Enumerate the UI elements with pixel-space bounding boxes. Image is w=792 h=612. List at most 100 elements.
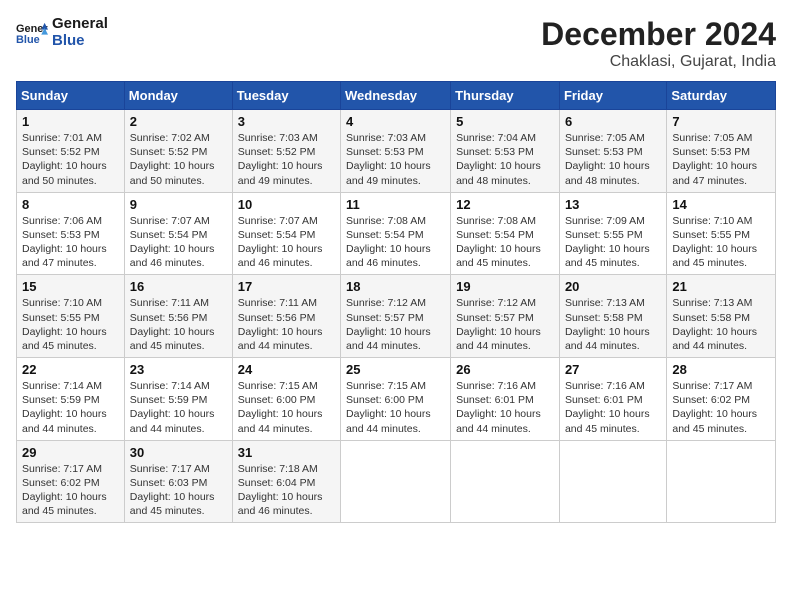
logo: General Blue General Blue	[16, 16, 108, 49]
calendar-cell: 8 Sunrise: 7:06 AMSunset: 5:53 PMDayligh…	[17, 192, 125, 275]
day-number: 3	[238, 114, 335, 129]
calendar-cell: 22 Sunrise: 7:14 AMSunset: 5:59 PMDaylig…	[17, 358, 125, 441]
col-tuesday: Tuesday	[232, 82, 340, 110]
day-number: 24	[238, 362, 335, 377]
day-info: Sunrise: 7:15 AMSunset: 6:00 PMDaylight:…	[346, 380, 431, 435]
calendar-cell: 20 Sunrise: 7:13 AMSunset: 5:58 PMDaylig…	[559, 275, 666, 358]
logo-general: General	[52, 16, 108, 33]
table-row: 29 Sunrise: 7:17 AMSunset: 6:02 PMDaylig…	[17, 440, 776, 523]
day-number: 2	[130, 114, 227, 129]
day-info: Sunrise: 7:08 AMSunset: 5:54 PMDaylight:…	[346, 215, 431, 270]
calendar-cell: 12 Sunrise: 7:08 AMSunset: 5:54 PMDaylig…	[451, 192, 560, 275]
day-info: Sunrise: 7:05 AMSunset: 5:53 PMDaylight:…	[565, 132, 650, 187]
day-info: Sunrise: 7:10 AMSunset: 5:55 PMDaylight:…	[672, 215, 757, 270]
logo-blue: Blue	[52, 33, 108, 50]
table-row: 22 Sunrise: 7:14 AMSunset: 5:59 PMDaylig…	[17, 358, 776, 441]
calendar-cell: 17 Sunrise: 7:11 AMSunset: 5:56 PMDaylig…	[232, 275, 340, 358]
day-info: Sunrise: 7:06 AMSunset: 5:53 PMDaylight:…	[22, 215, 107, 270]
day-number: 19	[456, 279, 554, 294]
calendar-cell: 23 Sunrise: 7:14 AMSunset: 5:59 PMDaylig…	[124, 358, 232, 441]
calendar-cell: 11 Sunrise: 7:08 AMSunset: 5:54 PMDaylig…	[341, 192, 451, 275]
day-number: 26	[456, 362, 554, 377]
day-number: 25	[346, 362, 445, 377]
day-info: Sunrise: 7:13 AMSunset: 5:58 PMDaylight:…	[565, 297, 650, 352]
col-monday: Monday	[124, 82, 232, 110]
day-number: 21	[672, 279, 770, 294]
day-info: Sunrise: 7:16 AMSunset: 6:01 PMDaylight:…	[565, 380, 650, 435]
calendar-cell: 26 Sunrise: 7:16 AMSunset: 6:01 PMDaylig…	[451, 358, 560, 441]
day-number: 22	[22, 362, 119, 377]
day-number: 15	[22, 279, 119, 294]
day-number: 30	[130, 445, 227, 460]
day-info: Sunrise: 7:07 AMSunset: 5:54 PMDaylight:…	[130, 215, 215, 270]
table-row: 1 Sunrise: 7:01 AMSunset: 5:52 PMDayligh…	[17, 110, 776, 193]
calendar-cell: 4 Sunrise: 7:03 AMSunset: 5:53 PMDayligh…	[341, 110, 451, 193]
day-number: 14	[672, 197, 770, 212]
col-thursday: Thursday	[451, 82, 560, 110]
day-number: 9	[130, 197, 227, 212]
day-number: 27	[565, 362, 661, 377]
calendar-cell: 25 Sunrise: 7:15 AMSunset: 6:00 PMDaylig…	[341, 358, 451, 441]
calendar-cell	[341, 440, 451, 523]
day-info: Sunrise: 7:12 AMSunset: 5:57 PMDaylight:…	[346, 297, 431, 352]
day-number: 17	[238, 279, 335, 294]
table-row: 15 Sunrise: 7:10 AMSunset: 5:55 PMDaylig…	[17, 275, 776, 358]
calendar-cell: 5 Sunrise: 7:04 AMSunset: 5:53 PMDayligh…	[451, 110, 560, 193]
calendar-cell	[451, 440, 560, 523]
day-info: Sunrise: 7:17 AMSunset: 6:02 PMDaylight:…	[672, 380, 757, 435]
col-sunday: Sunday	[17, 82, 125, 110]
day-info: Sunrise: 7:14 AMSunset: 5:59 PMDaylight:…	[22, 380, 107, 435]
calendar-cell: 1 Sunrise: 7:01 AMSunset: 5:52 PMDayligh…	[17, 110, 125, 193]
calendar-cell: 6 Sunrise: 7:05 AMSunset: 5:53 PMDayligh…	[559, 110, 666, 193]
day-number: 20	[565, 279, 661, 294]
day-info: Sunrise: 7:12 AMSunset: 5:57 PMDaylight:…	[456, 297, 541, 352]
day-info: Sunrise: 7:14 AMSunset: 5:59 PMDaylight:…	[130, 380, 215, 435]
day-number: 28	[672, 362, 770, 377]
calendar-table: Sunday Monday Tuesday Wednesday Thursday…	[16, 81, 776, 523]
col-friday: Friday	[559, 82, 666, 110]
title-area: December 2024 Chaklasi, Gujarat, India	[541, 16, 776, 71]
calendar-cell: 9 Sunrise: 7:07 AMSunset: 5:54 PMDayligh…	[124, 192, 232, 275]
calendar-cell: 13 Sunrise: 7:09 AMSunset: 5:55 PMDaylig…	[559, 192, 666, 275]
calendar-cell: 16 Sunrise: 7:11 AMSunset: 5:56 PMDaylig…	[124, 275, 232, 358]
calendar-cell: 21 Sunrise: 7:13 AMSunset: 5:58 PMDaylig…	[667, 275, 776, 358]
calendar-cell: 14 Sunrise: 7:10 AMSunset: 5:55 PMDaylig…	[667, 192, 776, 275]
day-number: 10	[238, 197, 335, 212]
day-info: Sunrise: 7:03 AMSunset: 5:52 PMDaylight:…	[238, 132, 323, 187]
table-row: 8 Sunrise: 7:06 AMSunset: 5:53 PMDayligh…	[17, 192, 776, 275]
calendar-cell: 3 Sunrise: 7:03 AMSunset: 5:52 PMDayligh…	[232, 110, 340, 193]
day-info: Sunrise: 7:13 AMSunset: 5:58 PMDaylight:…	[672, 297, 757, 352]
day-info: Sunrise: 7:11 AMSunset: 5:56 PMDaylight:…	[130, 297, 215, 352]
calendar-subtitle: Chaklasi, Gujarat, India	[541, 53, 776, 71]
day-info: Sunrise: 7:11 AMSunset: 5:56 PMDaylight:…	[238, 297, 323, 352]
calendar-cell: 30 Sunrise: 7:17 AMSunset: 6:03 PMDaylig…	[124, 440, 232, 523]
day-number: 4	[346, 114, 445, 129]
day-number: 13	[565, 197, 661, 212]
day-number: 18	[346, 279, 445, 294]
calendar-cell: 29 Sunrise: 7:17 AMSunset: 6:02 PMDaylig…	[17, 440, 125, 523]
header: General Blue General Blue December 2024 …	[16, 16, 776, 71]
day-number: 31	[238, 445, 335, 460]
calendar-cell	[667, 440, 776, 523]
day-number: 16	[130, 279, 227, 294]
day-info: Sunrise: 7:01 AMSunset: 5:52 PMDaylight:…	[22, 132, 107, 187]
day-number: 29	[22, 445, 119, 460]
day-info: Sunrise: 7:18 AMSunset: 6:04 PMDaylight:…	[238, 463, 323, 518]
day-number: 5	[456, 114, 554, 129]
calendar-cell: 28 Sunrise: 7:17 AMSunset: 6:02 PMDaylig…	[667, 358, 776, 441]
calendar-cell	[559, 440, 666, 523]
header-row: Sunday Monday Tuesday Wednesday Thursday…	[17, 82, 776, 110]
svg-text:Blue: Blue	[16, 34, 40, 46]
day-number: 6	[565, 114, 661, 129]
calendar-cell: 27 Sunrise: 7:16 AMSunset: 6:01 PMDaylig…	[559, 358, 666, 441]
calendar-cell: 18 Sunrise: 7:12 AMSunset: 5:57 PMDaylig…	[341, 275, 451, 358]
day-number: 7	[672, 114, 770, 129]
col-saturday: Saturday	[667, 82, 776, 110]
day-info: Sunrise: 7:03 AMSunset: 5:53 PMDaylight:…	[346, 132, 431, 187]
day-info: Sunrise: 7:02 AMSunset: 5:52 PMDaylight:…	[130, 132, 215, 187]
calendar-title: December 2024	[541, 16, 776, 53]
day-number: 23	[130, 362, 227, 377]
day-info: Sunrise: 7:07 AMSunset: 5:54 PMDaylight:…	[238, 215, 323, 270]
calendar-cell: 31 Sunrise: 7:18 AMSunset: 6:04 PMDaylig…	[232, 440, 340, 523]
day-info: Sunrise: 7:15 AMSunset: 6:00 PMDaylight:…	[238, 380, 323, 435]
